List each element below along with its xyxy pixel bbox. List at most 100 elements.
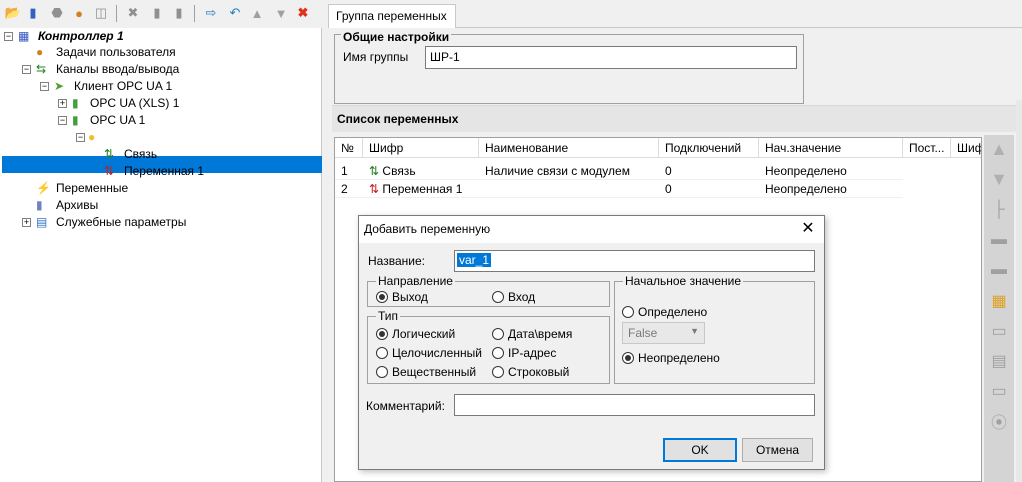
move-icon[interactable]: ▬ bbox=[988, 231, 1010, 253]
radio-dir-in[interactable]: Вход bbox=[492, 290, 535, 304]
client-plug-icon: ➤ bbox=[54, 79, 65, 93]
signal-icon: ⇅ bbox=[104, 147, 115, 161]
trash-icon[interactable]: ▮ bbox=[148, 4, 166, 22]
radio-type-bool[interactable]: Логический bbox=[376, 327, 455, 341]
down-arrow-icon[interactable]: ▼ bbox=[988, 169, 1010, 191]
column-header-code2[interactable]: Шиф bbox=[951, 138, 981, 158]
tree-label: Переменные bbox=[56, 181, 129, 195]
expand-toggle[interactable]: + bbox=[58, 99, 67, 108]
splitter[interactable] bbox=[322, 0, 326, 482]
up-arrow-icon[interactable]: ▲ bbox=[248, 4, 266, 22]
folder-open-icon[interactable]: 📂 bbox=[4, 4, 22, 22]
group-name-label: Имя группы bbox=[343, 50, 409, 64]
collapse-toggle[interactable]: − bbox=[76, 133, 85, 142]
table-cell-name[interactable]: Наличие связи с модулем bbox=[479, 162, 659, 180]
toolbar: 📂 ▮ ⬣ ● ◫ ✖ ▮ ▮ ⇨ ↶ ▲ ▼ ✖ bbox=[0, 0, 322, 28]
eraser-icon[interactable]: ⦿ bbox=[988, 409, 1010, 432]
tree-label: OPC UA (XLS) 1 bbox=[90, 96, 180, 110]
radio-type-real[interactable]: Вещественный bbox=[376, 365, 476, 379]
name-label: Название: bbox=[368, 254, 425, 268]
plugin-icon[interactable]: ◫ bbox=[92, 4, 110, 22]
collapse-toggle[interactable]: − bbox=[4, 32, 13, 41]
radio-label: IP-адрес bbox=[508, 346, 557, 360]
tree-label: Архивы bbox=[56, 198, 99, 212]
code-text: Связь bbox=[382, 164, 416, 178]
tree-label: OPC UA 1 bbox=[90, 113, 146, 127]
init-value-select[interactable]: False ▼ bbox=[622, 322, 705, 344]
table-cell-code[interactable]: ⇅ Переменная 1 bbox=[363, 180, 479, 198]
radio-type-int[interactable]: Целочисленный bbox=[376, 346, 482, 360]
radio-circle bbox=[622, 352, 634, 364]
multicolor-icon[interactable]: ● bbox=[70, 4, 88, 22]
tree-label: ШР-1 bbox=[108, 130, 138, 144]
link-icon[interactable]: ▬ bbox=[988, 261, 1010, 283]
table-cell-init[interactable]: Неопределено bbox=[759, 162, 903, 180]
radio-circle bbox=[492, 328, 504, 340]
wrench-icon[interactable]: ✖ bbox=[124, 4, 142, 22]
branch-icon[interactable]: ├ bbox=[988, 201, 1010, 223]
radio-init-undefined[interactable]: Неопределено bbox=[622, 351, 720, 365]
hexagon-icon[interactable]: ⬣ bbox=[48, 4, 66, 22]
cancel-button[interactable]: Отмена bbox=[742, 438, 813, 462]
group-name-input[interactable]: ШР-1 bbox=[425, 46, 797, 69]
toolbar-separator bbox=[116, 5, 117, 22]
add-table-icon[interactable]: ▦ bbox=[988, 291, 1010, 313]
expand-toggle[interactable]: + bbox=[22, 218, 31, 227]
shield-icon[interactable]: ▮ bbox=[170, 4, 188, 22]
up-arrow-icon[interactable]: ▲ bbox=[988, 139, 1010, 161]
lightning-icon: ⚡ bbox=[36, 181, 51, 195]
down-arrow-icon[interactable]: ▼ bbox=[272, 4, 290, 22]
controller-icon: ▦ bbox=[18, 29, 30, 43]
vertical-scrollbar[interactable] bbox=[1016, 100, 1022, 482]
delete-x-icon[interactable]: ✖ bbox=[294, 4, 312, 22]
radio-label: Строковый bbox=[508, 365, 570, 379]
radio-label: Вещественный bbox=[392, 365, 477, 379]
document-icon[interactable]: ▤ bbox=[988, 351, 1010, 373]
table-cell-num[interactable]: 2 bbox=[335, 180, 363, 198]
column-header-code[interactable]: Шифр bbox=[363, 138, 479, 158]
code-text: Переменная 1 bbox=[382, 182, 463, 196]
io-arrows-icon: ⇆ bbox=[36, 62, 47, 76]
radio-circle bbox=[492, 291, 504, 303]
undo-icon[interactable]: ↶ bbox=[226, 4, 244, 22]
table-cell-code[interactable]: ⇅ Связь bbox=[363, 162, 479, 180]
name-input-value: var_1 bbox=[457, 253, 492, 267]
name-input[interactable]: var_1 bbox=[454, 250, 815, 272]
radio-label: Определено bbox=[638, 305, 708, 319]
radio-label: Выход bbox=[392, 290, 428, 304]
table-cell-name[interactable] bbox=[479, 180, 659, 198]
collapse-toggle[interactable]: − bbox=[58, 116, 67, 125]
column-header-num[interactable]: № bbox=[335, 138, 363, 158]
radio-dir-out[interactable]: Выход bbox=[376, 290, 428, 304]
tree-label: Задачи пользователя bbox=[56, 45, 176, 59]
close-icon[interactable]: ✕ bbox=[798, 219, 818, 239]
column-header-name[interactable]: Наименование bbox=[479, 138, 659, 158]
tab-variable-group[interactable]: Группа переменных bbox=[328, 4, 456, 28]
table-cell-num[interactable]: 1 bbox=[335, 162, 363, 180]
radio-type-string[interactable]: Строковый bbox=[492, 365, 569, 379]
table-cell-init[interactable]: Неопределено bbox=[759, 180, 903, 198]
table-cell-connections[interactable]: 0 bbox=[659, 180, 759, 198]
ok-button[interactable]: OK bbox=[663, 438, 737, 462]
collapse-toggle[interactable]: − bbox=[22, 65, 31, 74]
book-icon[interactable]: ▮ bbox=[24, 4, 42, 22]
radio-type-datetime[interactable]: Дата\время bbox=[492, 327, 572, 341]
radio-type-ip[interactable]: IP-адрес bbox=[492, 346, 556, 360]
radio-circle bbox=[492, 347, 504, 359]
signal-icon: ⇅ bbox=[104, 164, 115, 178]
tree-label: Служебные параметры bbox=[56, 215, 187, 229]
table-cell-connections[interactable]: 0 bbox=[659, 162, 759, 180]
radio-init-defined[interactable]: Определено bbox=[622, 305, 707, 319]
copy-icon[interactable]: ▭ bbox=[988, 321, 1010, 343]
export-icon[interactable]: ⇨ bbox=[202, 4, 220, 22]
collapse-toggle[interactable]: − bbox=[40, 82, 49, 91]
radio-label: Неопределено bbox=[638, 351, 720, 365]
column-header-const[interactable]: Пост... bbox=[903, 138, 951, 158]
radio-circle bbox=[376, 291, 388, 303]
table-icon[interactable]: ▭ bbox=[988, 381, 1010, 403]
comment-input[interactable] bbox=[454, 394, 815, 416]
archive-icon: ▮ bbox=[36, 198, 43, 212]
column-header-connections[interactable]: Подключений bbox=[659, 138, 759, 158]
radio-circle bbox=[376, 347, 388, 359]
column-header-init-value[interactable]: Нач.значение bbox=[759, 138, 903, 158]
